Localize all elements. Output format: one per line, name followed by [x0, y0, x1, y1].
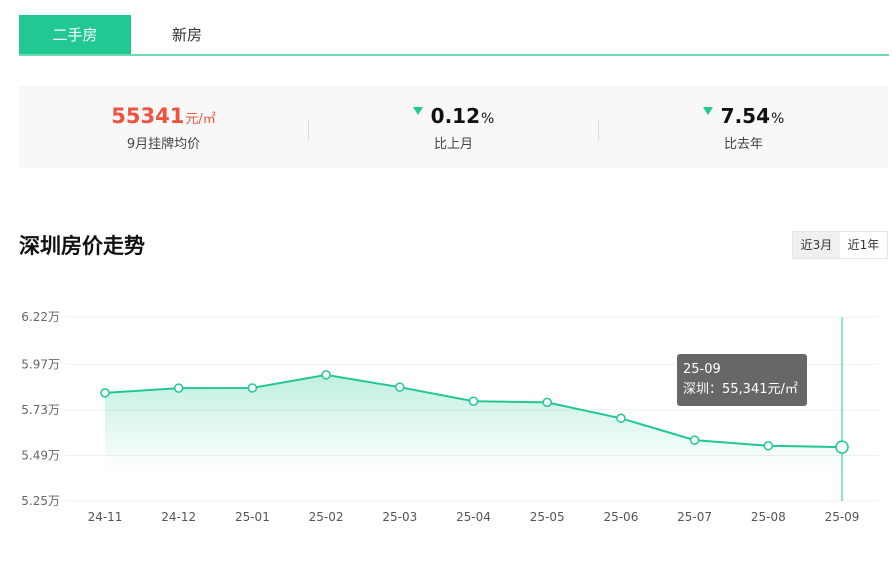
mom-label: 比上月 [433, 137, 473, 152]
data-point [689, 435, 700, 445]
y-tick-label: 5.73万 [21, 403, 60, 417]
yoy-unit: % [771, 111, 785, 127]
price-trend-chart[interactable]: 6.22万 5.97万 5.73万 5.49万 5.25万 24-11 24-12 25-01… [0, 300, 892, 530]
x-tick-label: 25-06 [603, 510, 638, 524]
highlighted-data-point [835, 440, 849, 454]
y-tick-label: 5.97万 [21, 357, 60, 371]
tooltip-date: 25-09 [683, 362, 721, 377]
x-tick-label: 25-02 [309, 510, 344, 524]
x-tick-label: 25-08 [751, 510, 786, 524]
x-tick-label: 25-03 [382, 510, 417, 524]
x-tick-label: 25-05 [530, 510, 565, 524]
yoy-label: 比去年 [723, 137, 763, 152]
mom-value: 0.12 [430, 104, 481, 128]
stat-avg-price: 55341 元/㎡ 9月挂牌均价 [19, 86, 308, 168]
yoy-value: 7.54 [720, 104, 771, 128]
tooltip-value: 深圳：55,341元/㎡ [683, 382, 798, 397]
data-point [542, 397, 552, 408]
avg-price-label: 9月挂牌均价 [126, 137, 201, 152]
x-tick-label: 24-11 [88, 510, 123, 524]
stat-mom: 0.12 % 比上月 [309, 86, 598, 168]
down-arrow-icon [702, 107, 713, 115]
tab-bar: 二手房 新房 [19, 15, 889, 56]
data-point [468, 396, 479, 406]
stat-yoy: 7.54 % 比去年 [599, 86, 888, 168]
data-point [247, 383, 258, 393]
mom-unit: % [481, 111, 495, 127]
range-switch: 近3月 近1年 [792, 231, 888, 259]
tab-new-house[interactable]: 新房 [131, 15, 243, 54]
x-tick-label: 25-04 [456, 510, 491, 524]
avg-price-unit: 元/㎡ [185, 112, 216, 127]
x-tick-label: 25-09 [825, 510, 860, 524]
y-tick-label: 5.49万 [21, 448, 60, 462]
chart-tooltip: 25-09 深圳：55,341元/㎡ [677, 354, 807, 406]
x-tick-label: 25-01 [235, 510, 270, 524]
x-tick-label: 24-12 [161, 510, 196, 524]
range-1-year-button[interactable]: 近1年 [840, 232, 887, 258]
data-point [763, 441, 774, 451]
data-point [100, 388, 110, 398]
y-tick-label: 6.22万 [21, 310, 60, 324]
data-point [173, 383, 184, 393]
range-3-months-button[interactable]: 近3月 [793, 232, 840, 258]
down-arrow-icon [412, 107, 423, 115]
x-tick-label: 25-07 [677, 510, 712, 524]
data-point [616, 413, 626, 424]
section-title: 深圳房价走势 [19, 234, 145, 258]
data-point [395, 382, 405, 392]
avg-price-value: 55341 [111, 104, 185, 128]
tab-second-hand[interactable]: 二手房 [19, 15, 131, 54]
stats-panel: 55341 元/㎡ 9月挂牌均价 0.12 % 比上月 7.54 % 比去年 [19, 86, 888, 168]
y-tick-label: 5.25万 [21, 494, 60, 508]
data-point [321, 370, 331, 380]
